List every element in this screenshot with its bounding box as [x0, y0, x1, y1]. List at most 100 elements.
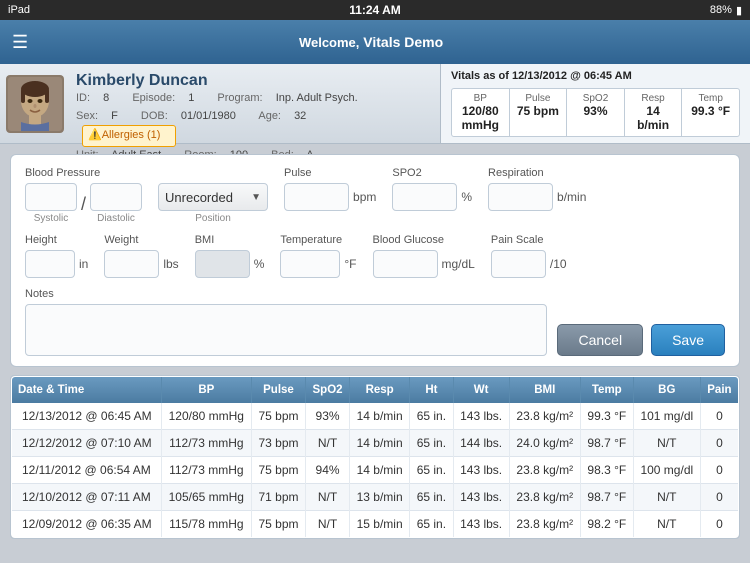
table-cell: N/T [633, 430, 700, 457]
cancel-button[interactable]: Cancel [557, 324, 643, 356]
temp-input[interactable] [280, 250, 340, 278]
table-cell: 143 lbs. [453, 484, 509, 511]
nav-bar: ☰ Welcome, Vitals Demo [0, 20, 750, 64]
form-group-position: ‍ Unrecorded Standing Sitting Lying ▼ Po… [158, 167, 268, 224]
table-cell: 101 mg/dl [633, 403, 700, 430]
table-header-cell: SpO2 [306, 377, 350, 404]
table-cell: N/T [633, 484, 700, 511]
table-cell: 12/09/2012 @ 06:35 AM [12, 511, 162, 538]
table-cell: 65 in. [410, 403, 453, 430]
save-button[interactable]: Save [651, 324, 725, 356]
table-header-cell: Date & Time [12, 377, 162, 404]
table-cell: 14 b/min [350, 403, 410, 430]
patient-header: Kimberly Duncan ID: 8 Episode: 1 Program… [0, 64, 750, 144]
bg-input[interactable] [373, 250, 438, 278]
vitals-table: Date & TimeBPPulseSpO2RespHtWtBMITempBGP… [11, 376, 739, 538]
table-cell: 143 lbs. [453, 403, 509, 430]
vitals-form: Blood Pressure Systolic / Diastolic ‍ [10, 154, 740, 367]
bp-inputs: Systolic / Diastolic [25, 183, 142, 224]
notes-textarea[interactable] [25, 304, 547, 356]
table-cell: 0 [700, 457, 738, 484]
table-cell: 98.7 °F [580, 430, 633, 457]
table-cell: 65 in. [410, 511, 453, 538]
systolic-label: Systolic [34, 213, 68, 224]
patient-details-row1: ID: 8 Episode: 1 Program: Inp. Adult Psy… [76, 90, 434, 108]
table-cell: N/T [306, 511, 350, 538]
status-bar: iPad 11:24 AM 88% ▮ [0, 0, 750, 20]
patient-info: Kimberly Duncan ID: 8 Episode: 1 Program… [70, 64, 440, 143]
table-row: 12/12/2012 @ 07:10 AM112/73 mmHg73 bpmN/… [12, 430, 739, 457]
avatar [6, 75, 64, 133]
table-cell: 14 b/min [350, 430, 410, 457]
table-cell: 23.8 kg/m² [509, 403, 580, 430]
form-group-spo2: SPO2 % [392, 167, 472, 211]
patient-photo-container [0, 64, 70, 143]
table-cell: 75 bpm [251, 403, 305, 430]
form-group-resp: Respiration b/min [488, 167, 586, 211]
position-label: Position [195, 213, 231, 224]
position-dropdown[interactable]: Unrecorded Standing Sitting Lying [165, 190, 247, 205]
table-cell: N/T [633, 511, 700, 538]
table-cell: 112/73 mmHg [161, 430, 251, 457]
table-header: Date & TimeBPPulseSpO2RespHtWtBMITempBGP… [12, 377, 739, 404]
bg-suffix: mg/dL [442, 257, 475, 271]
allergy-badge[interactable]: ⚠️ Allergies (1) [82, 125, 176, 147]
table-cell: 75 bpm [251, 511, 305, 538]
menu-icon[interactable]: ☰ [12, 32, 28, 53]
systolic-input[interactable] [25, 183, 77, 211]
table-cell: 120/80 mmHg [161, 403, 251, 430]
table-header-cell: Temp [580, 377, 633, 404]
table-cell: 65 in. [410, 430, 453, 457]
resp-input[interactable] [488, 183, 553, 211]
table-row: 12/10/2012 @ 07:11 AM105/65 mmHg71 bpmN/… [12, 484, 739, 511]
table-cell: 0 [700, 484, 738, 511]
pain-input[interactable] [491, 250, 546, 278]
table-header-row: Date & TimeBPPulseSpO2RespHtWtBMITempBGP… [12, 377, 739, 404]
weight-input[interactable] [104, 250, 159, 278]
status-battery: 88% ▮ [710, 4, 742, 17]
table-cell: 143 lbs. [453, 511, 509, 538]
pulse-suffix: bpm [353, 190, 376, 204]
diastolic-input[interactable] [90, 183, 142, 211]
notes-label: Notes [25, 288, 725, 300]
form-group-height: Height in [25, 234, 88, 278]
table-row: 12/09/2012 @ 06:35 AM115/78 mmHg75 bpmN/… [12, 511, 739, 538]
status-time: 11:24 AM [349, 3, 401, 17]
table-cell: N/T [306, 484, 350, 511]
height-input[interactable] [25, 250, 75, 278]
table-cell: 73 bpm [251, 430, 305, 457]
table-cell: 98.7 °F [580, 484, 633, 511]
patient-details-row2: Sex: F DOB: 01/01/1980 Age: 32 ⚠️ Allerg… [76, 108, 434, 147]
form-row-2: Height in Weight lbs BMI % [25, 234, 725, 278]
table-header-cell: Pulse [251, 377, 305, 404]
table-cell: 0 [700, 430, 738, 457]
weight-suffix: lbs [163, 257, 178, 271]
position-select[interactable]: Unrecorded Standing Sitting Lying ▼ [158, 183, 268, 211]
table-header-cell: Pain [700, 377, 738, 404]
table-cell: 100 mg/dl [633, 457, 700, 484]
bp-label: Blood Pressure [25, 167, 142, 179]
table-cell: 14 b/min [350, 457, 410, 484]
temp-label: Temperature [280, 234, 356, 246]
table-cell: 99.3 °F [580, 403, 633, 430]
table-cell: 115/78 mmHg [161, 511, 251, 538]
spo2-input[interactable] [392, 183, 457, 211]
table-cell: 112/73 mmHg [161, 457, 251, 484]
battery-icon: ▮ [736, 4, 742, 17]
diastolic-label: Diastolic [97, 213, 135, 224]
dropdown-arrow-icon: ▼ [251, 192, 261, 203]
table-header-cell: Ht [410, 377, 453, 404]
form-group-bmi: BMI % [195, 234, 265, 278]
table-cell: 13 b/min [350, 484, 410, 511]
table-cell: 144 lbs. [453, 430, 509, 457]
table-cell: 23.8 kg/m² [509, 484, 580, 511]
vital-pulse: Pulse 75 bpm [510, 89, 568, 136]
table-cell: 75 bpm [251, 457, 305, 484]
vital-temp: Temp 99.3 °F [682, 89, 739, 136]
table-cell: 24.0 kg/m² [509, 430, 580, 457]
pulse-input[interactable] [284, 183, 349, 211]
height-label: Height [25, 234, 88, 246]
table-row: 12/13/2012 @ 06:45 AM120/80 mmHg75 bpm93… [12, 403, 739, 430]
table-row: 12/11/2012 @ 06:54 AM112/73 mmHg75 bpm94… [12, 457, 739, 484]
spo2-input-group: % [392, 183, 472, 211]
